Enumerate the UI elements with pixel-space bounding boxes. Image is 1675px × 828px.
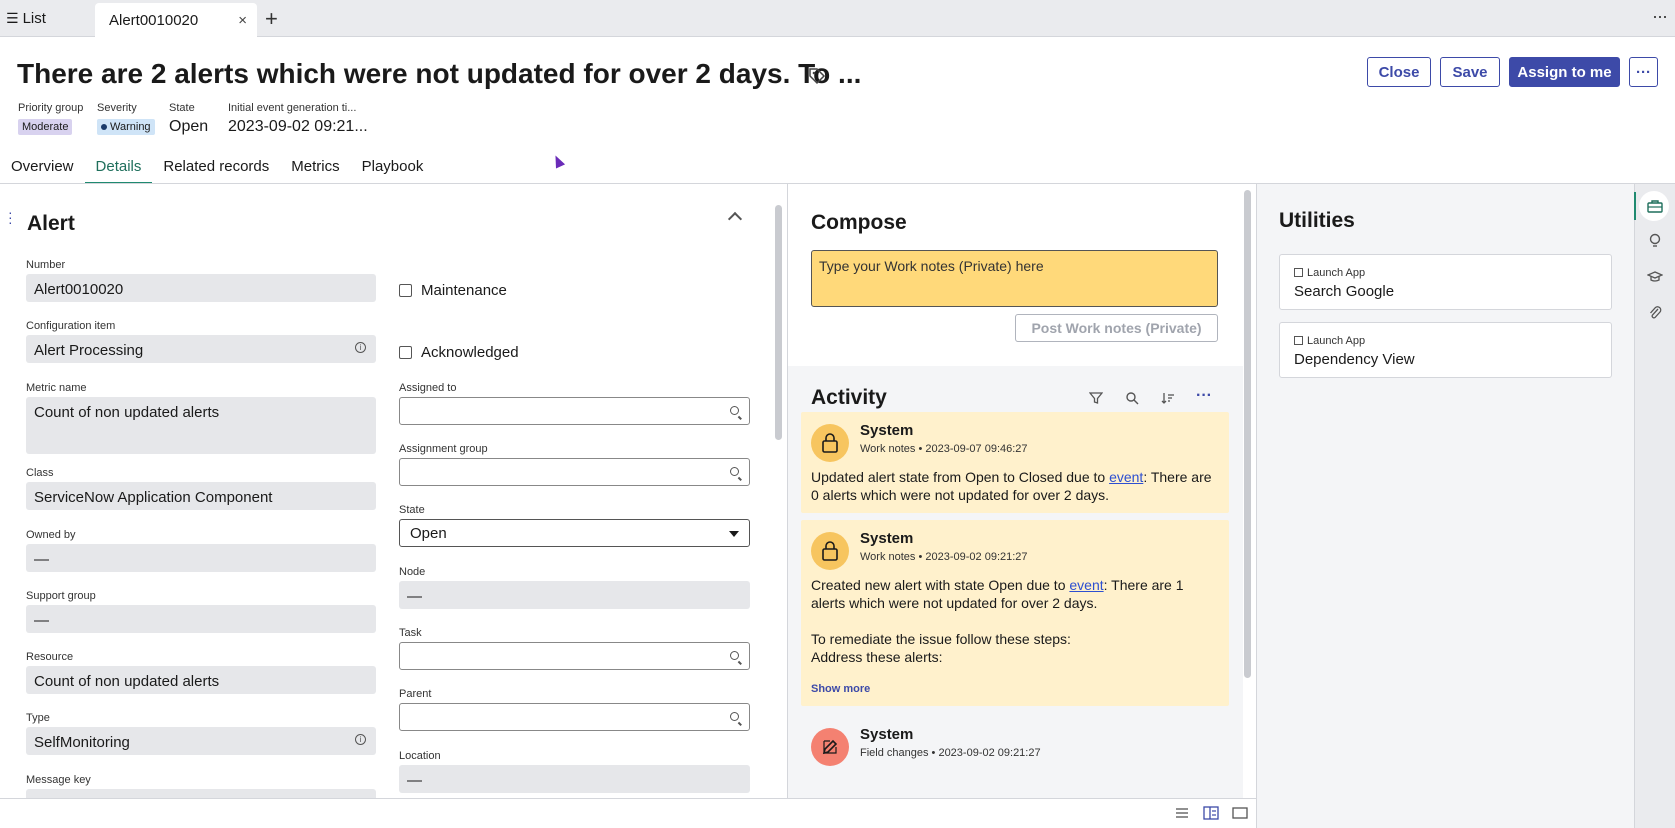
record-tabs: Overview Details Related records Metrics… xyxy=(0,152,434,184)
external-link-icon xyxy=(1294,336,1303,345)
activity-entry: System Field changes • 2023-09-02 09:21:… xyxy=(801,716,1229,786)
owned-by-field[interactable]: — xyxy=(26,544,376,572)
activity-entry: System Work notes • 2023-09-02 09:21:27 … xyxy=(801,520,1229,706)
assigned-to-input[interactable] xyxy=(399,397,750,425)
edit-icon xyxy=(811,728,849,766)
activity-scrollbar[interactable] xyxy=(1244,190,1251,678)
activity-title: Activity xyxy=(811,386,887,409)
utilities-title: Utilities xyxy=(1279,209,1355,232)
close-button[interactable]: Close xyxy=(1367,57,1431,87)
info-icon[interactable]: i xyxy=(355,342,366,353)
maintenance-checkbox[interactable]: Maintenance xyxy=(399,282,507,299)
sort-icon[interactable] xyxy=(1161,391,1175,405)
single-view-icon[interactable] xyxy=(1232,806,1248,820)
priority-group: Priority group Moderate xyxy=(18,102,84,135)
tab-bar: ☰ List Alert0010020 × + ··· xyxy=(0,0,1675,37)
search-icon[interactable] xyxy=(730,467,739,476)
tab-playbook[interactable]: Playbook xyxy=(351,152,435,184)
tab-alert-label: Alert0010020 xyxy=(109,11,199,29)
search-icon[interactable] xyxy=(730,712,739,721)
parent-input[interactable] xyxy=(399,703,750,731)
show-more-link[interactable]: Show more xyxy=(811,683,870,695)
initial-event: Initial event generation ti... 2023-09-0… xyxy=(228,102,368,135)
tab-alert[interactable]: Alert0010020 × xyxy=(95,3,257,37)
severity-badge: Warning xyxy=(97,119,155,135)
tab-details[interactable]: Details xyxy=(84,152,153,184)
metric-name-field[interactable]: Count of non updated alerts xyxy=(26,397,376,454)
priority-badge: Moderate xyxy=(18,119,73,135)
filter-icon[interactable] xyxy=(1089,391,1103,405)
configuration-item-field[interactable]: Alert Processing i xyxy=(26,335,376,363)
message-key-field[interactable] xyxy=(26,789,376,798)
tab-list-label: List xyxy=(22,10,46,27)
more-options-icon[interactable]: ··· xyxy=(1652,6,1668,27)
more-actions-button[interactable]: ··· xyxy=(1629,57,1658,87)
paperclip-icon[interactable] xyxy=(1646,304,1664,322)
more-options-icon[interactable]: ··· xyxy=(1196,387,1212,405)
state-value: Open xyxy=(169,118,209,135)
page-title: There are 2 alerts which were not update… xyxy=(17,58,862,89)
tab-overview[interactable]: Overview xyxy=(0,152,85,184)
utilities-panel: Utilities Launch App Search Google Launc… xyxy=(1256,184,1634,828)
state-select[interactable]: Open xyxy=(399,519,750,547)
close-tab-icon[interactable]: × xyxy=(238,12,247,29)
list-icon: ☰ xyxy=(6,10,19,26)
external-link-icon xyxy=(1294,268,1303,277)
alert-form: · · · Alert Number Alert0010020 Configurat… xyxy=(0,184,786,798)
form-scrollbar[interactable] xyxy=(775,205,782,440)
chevron-down-icon xyxy=(729,531,739,537)
search-icon[interactable] xyxy=(730,406,739,415)
work-notes-input[interactable]: Type your Work notes (Private) here xyxy=(811,250,1218,307)
drag-handle-icon[interactable]: · · · xyxy=(8,205,13,229)
launch-app-search-google[interactable]: Launch App Search Google xyxy=(1279,254,1612,310)
graduation-cap-icon[interactable] xyxy=(1646,268,1664,286)
lightbulb-icon[interactable] xyxy=(1646,232,1664,250)
event-link[interactable]: event xyxy=(1069,577,1103,593)
search-icon[interactable] xyxy=(1125,391,1139,405)
save-button[interactable]: Save xyxy=(1440,57,1500,87)
severity: Severity Warning xyxy=(97,102,155,135)
lock-icon xyxy=(811,424,849,462)
class-field[interactable]: ServiceNow Application Component xyxy=(26,482,376,510)
launch-app-dependency-view[interactable]: Launch App Dependency View xyxy=(1279,322,1612,378)
number-field[interactable]: Alert0010020 xyxy=(26,274,376,302)
split-view-icon[interactable] xyxy=(1203,806,1219,820)
right-rail xyxy=(1634,184,1675,828)
severity-dot-icon xyxy=(101,124,107,131)
node-field[interactable]: — xyxy=(399,581,750,609)
event-link[interactable]: event xyxy=(1109,469,1143,485)
initial-event-value: 2023-09-02 09:21... xyxy=(228,118,368,135)
section-title: Alert xyxy=(27,212,75,235)
compose-title: Compose xyxy=(811,211,907,234)
activity-entry: System Work notes • 2023-09-07 09:46:27 … xyxy=(801,412,1229,513)
post-work-notes-button[interactable]: Post Work notes (Private) xyxy=(1015,314,1218,342)
acknowledged-checkbox[interactable]: Acknowledged xyxy=(399,344,519,361)
type-field[interactable]: SelfMonitoring i xyxy=(26,727,376,755)
collapse-icon[interactable] xyxy=(727,211,743,227)
tag-icon[interactable] xyxy=(808,67,826,85)
assign-to-me-button[interactable]: Assign to me xyxy=(1509,57,1620,87)
search-icon[interactable] xyxy=(730,651,739,660)
list-view-icon[interactable] xyxy=(1174,806,1190,820)
lock-icon xyxy=(811,532,849,570)
add-tab-icon[interactable]: + xyxy=(265,6,278,32)
layout-footer xyxy=(0,798,1256,828)
tab-related-records[interactable]: Related records xyxy=(152,152,280,184)
resource-field[interactable]: Count of non updated alerts xyxy=(26,666,376,694)
info-icon[interactable]: i xyxy=(355,734,366,745)
assignment-group-input[interactable] xyxy=(399,458,750,486)
mouse-cursor-icon xyxy=(550,153,566,169)
location-field[interactable]: — xyxy=(399,765,750,793)
tab-metrics[interactable]: Metrics xyxy=(280,152,350,184)
state-meta: State Open xyxy=(169,102,209,135)
toolbox-icon[interactable] xyxy=(1646,197,1664,215)
support-group-field[interactable]: — xyxy=(26,605,376,633)
task-input[interactable] xyxy=(399,642,750,670)
tab-list[interactable]: ☰ List xyxy=(0,0,95,37)
compose-activity-panel: Compose Type your Work notes (Private) h… xyxy=(787,184,1255,798)
